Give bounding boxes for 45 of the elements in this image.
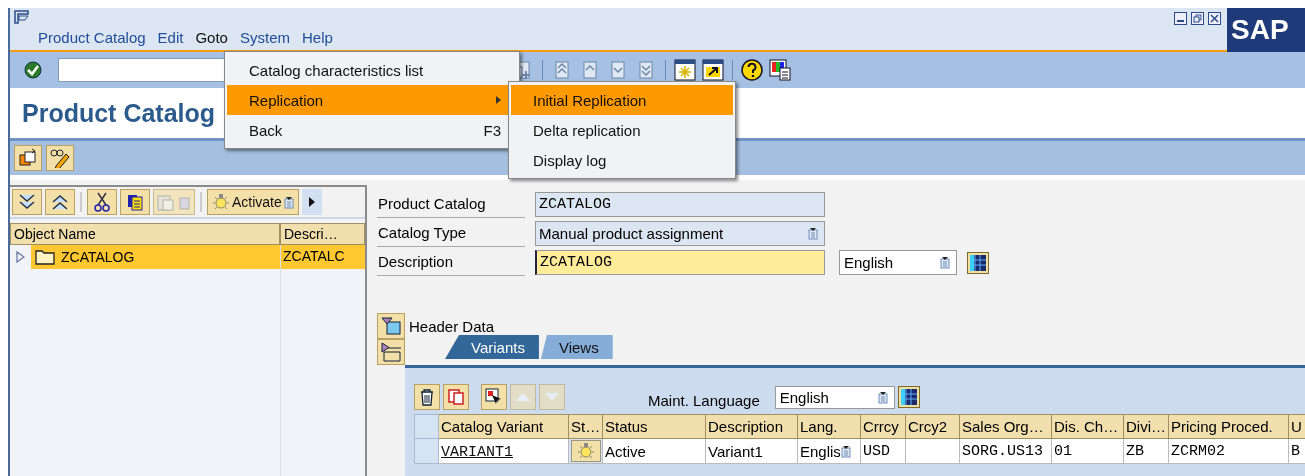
logo: SAP (1227, 8, 1305, 52)
field-label: Catalog Type (377, 220, 525, 247)
input-field[interactable]: ZCATALOG (535, 250, 825, 275)
table-cell: Active (602, 438, 706, 464)
field-label: Description (377, 249, 525, 276)
table-cell: ZCRM02 (1168, 438, 1289, 464)
menu-item[interactable]: Initial Replication (511, 85, 733, 115)
menu-item-label: Replication (249, 91, 324, 109)
column-header[interactable]: Pricing Proced. (1168, 414, 1289, 439)
page-title: Product Catalog (22, 98, 216, 128)
tab[interactable]: Variants (445, 335, 539, 359)
table-cell: ZCATALC (280, 245, 365, 269)
menu-item[interactable]: Delta replication (511, 115, 733, 145)
table-cell: Variant1 (705, 438, 798, 464)
column-header[interactable]: Catalog Variant (438, 414, 569, 439)
column-header[interactable]: Status (602, 414, 706, 439)
language-dropdown[interactable]: English (839, 250, 957, 275)
menu-item-label: Back (249, 121, 283, 139)
table-cell: SORG.US13 (959, 438, 1052, 464)
menu-item[interactable]: Help (296, 29, 339, 46)
column-header[interactable]: Crrcy (860, 414, 906, 439)
tab[interactable]: Views (540, 335, 613, 359)
column-header[interactable]: Crcy2 (905, 414, 960, 439)
column-header[interactable]: Dis. Ch… (1051, 414, 1124, 439)
column-header[interactable]: Description (705, 414, 798, 439)
section-title: Header Data (409, 317, 495, 335)
field-label: Product Catalog (377, 191, 525, 218)
menu-item[interactable]: Goto (189, 29, 234, 46)
column-header[interactable]: St… (568, 414, 603, 439)
column-header[interactable]: Lang. (797, 414, 861, 439)
column-header[interactable]: Sales Org… (959, 414, 1052, 439)
column-header[interactable]: Object Name (10, 223, 280, 245)
column-header[interactable]: Descri… (280, 223, 365, 245)
display-field: ZCATALOG (535, 192, 825, 217)
menu-item[interactable]: Display log (511, 145, 733, 175)
activate-button[interactable]: Activate (207, 189, 299, 215)
column-header[interactable]: Divi… (1123, 414, 1169, 439)
menu-item[interactable]: Product Catalog (32, 29, 152, 46)
field-label: Maint. Language (648, 390, 760, 409)
menu-item[interactable]: System (233, 29, 296, 46)
menu-item[interactable]: Edit (151, 29, 190, 46)
menu-item[interactable]: Catalog characteristics list (227, 55, 517, 85)
dropdown-field[interactable]: Manual product assignment (535, 221, 825, 246)
tree-node[interactable]: ZCATALOG (31, 245, 280, 269)
language-dropdown[interactable]: English (774, 385, 895, 409)
